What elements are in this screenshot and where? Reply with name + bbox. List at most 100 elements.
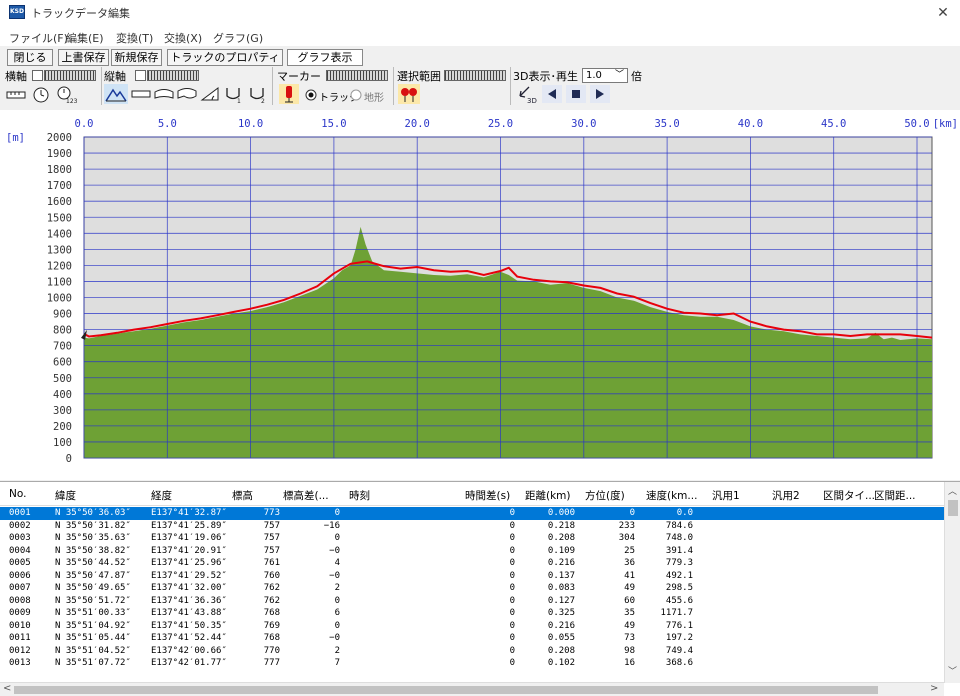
col-elevation-header[interactable]: 標高 — [232, 488, 253, 503]
menu-convert[interactable]: 変換(T) — [116, 30, 153, 46]
col-elevation-cell: 768 — [263, 633, 280, 643]
col-distance-cell: 0.102 — [547, 658, 575, 668]
table-row[interactable]: 0002 N 35°50′31.82″ E137°41′25.89″ 757 −16 0 0… — [0, 520, 944, 533]
table-row[interactable]: 0006 N 35°50′47.87″ E137°41′29.52″ 760 −0 0 0.… — [0, 570, 944, 583]
y-tick-label: 1700 — [47, 180, 72, 192]
marker-pin-icon[interactable] — [279, 84, 299, 104]
close-button[interactable]: 閉じる — [7, 49, 53, 66]
col-distance-cell: 0.127 — [547, 595, 575, 606]
col-time-header[interactable]: 時刻 — [349, 488, 370, 503]
col-elevation-cell: 760 — [263, 570, 280, 581]
sequence-clock-icon[interactable]: 123 — [55, 84, 77, 104]
cup-icon-2[interactable]: 2 — [246, 84, 268, 104]
col-bearing-cell: 49 — [624, 620, 635, 631]
col-elev-diff-cell: 4 — [334, 558, 340, 568]
table-row[interactable]: 0013 N 35°51′07.72″ E137°42′01.77″ 777 7 0 0.1… — [0, 657, 944, 670]
x-tick-label: 45.0 — [821, 118, 846, 130]
col-time-diff-header[interactable]: 時間差(s) — [465, 488, 510, 503]
col-longitude-cell: E137°41′32.00″ — [151, 583, 227, 593]
col-elevation-cell: 762 — [263, 583, 280, 593]
zoom-select[interactable]: 1.0 ﹀ — [582, 68, 628, 83]
col-section-time-header[interactable]: 区間タイ... — [823, 488, 875, 503]
col-time-diff-cell: 0 — [509, 620, 515, 631]
slope-icon[interactable] — [199, 84, 221, 104]
play-forward-icon[interactable] — [590, 85, 610, 103]
radio-track[interactable] — [304, 88, 318, 102]
col-latitude-cell: N 35°50′36.03″ — [55, 508, 131, 518]
col-elevation-cell: 769 — [263, 620, 280, 631]
h-axis-scale-slider[interactable] — [44, 70, 96, 81]
vertical-scrollbar[interactable]: ︿ ﹀ — [944, 482, 960, 683]
elevation-chart[interactable]: 2000190018001700160015001400130012001100… — [0, 110, 960, 480]
col-speed-cell: 368.6 — [665, 658, 693, 668]
table-row[interactable]: 0008 N 35°50′51.72″ E137°41′36.36″ 762 0 0 0.1… — [0, 595, 944, 608]
horizontal-scrollbar[interactable]: < > — [0, 682, 944, 696]
table-row[interactable]: 0005 N 35°50′44.52″ E137°41′25.96″ 761 4 0 0.2… — [0, 557, 944, 570]
col-elev-diff-header[interactable]: 標高差(... — [283, 488, 329, 503]
graph-display-button[interactable]: グラフ表示 — [287, 49, 363, 66]
col-bearing-header[interactable]: 方位(度) — [585, 488, 625, 503]
col-longitude-header[interactable]: 経度 — [151, 488, 172, 503]
3d-view-icon[interactable]: 3D — [517, 84, 539, 104]
cross-section-icon[interactable] — [153, 84, 175, 104]
col-section-dist-header[interactable]: 区間距... — [874, 488, 916, 503]
col-speed-cell: 776.1 — [665, 620, 693, 631]
close-window-button[interactable]: ✕ — [926, 0, 960, 26]
h-axis-checkbox[interactable] — [32, 70, 43, 81]
radio-terrain[interactable] — [349, 88, 363, 102]
stop-icon[interactable] — [566, 85, 586, 103]
scroll-right-icon[interactable]: > — [930, 683, 938, 694]
col-latitude-cell: N 35°50′49.65″ — [55, 583, 131, 593]
ruler-icon[interactable] — [5, 85, 27, 105]
col-distance-header[interactable]: 距離(km) — [525, 488, 571, 503]
menu-exchange[interactable]: 交換(X) — [164, 30, 202, 46]
col-general1-header[interactable]: 汎用1 — [712, 488, 740, 503]
mountain-profile-icon[interactable] — [104, 84, 128, 104]
scroll-down-icon[interactable]: ﹀ — [948, 664, 957, 677]
scroll-up-icon[interactable]: ︿ — [948, 484, 957, 497]
y-tick-label: 1800 — [47, 164, 72, 176]
table-row[interactable]: 0009 N 35°51′00.33″ E137°41′43.88″ 768 6 0 0.3… — [0, 607, 944, 620]
col-bearing-cell: 60 — [624, 595, 635, 606]
table-row[interactable]: 0003 N 35°50′35.63″ E137°41′19.06″ 757 0 0 0.2… — [0, 532, 944, 545]
table-row[interactable]: 0012 N 35°51′04.52″ E137°42′00.66″ 770 2 0 0.2… — [0, 645, 944, 658]
v-axis-scale-slider[interactable] — [147, 70, 199, 81]
flat-ruler-icon[interactable] — [130, 84, 152, 104]
scroll-left-icon[interactable]: < — [3, 683, 11, 694]
selection-range-slider[interactable] — [444, 70, 506, 81]
col-general2-header[interactable]: 汎用2 — [772, 488, 800, 503]
col-elev-diff-cell: 7 — [334, 658, 340, 668]
col-speed-cell: 779.3 — [665, 558, 693, 568]
selection-markers-icon[interactable] — [398, 84, 420, 104]
track-properties-button[interactable]: トラックのプロパティ — [167, 49, 283, 66]
overwrite-save-button[interactable]: 上書保存 — [58, 49, 109, 66]
x-tick-label: 30.0 — [571, 118, 596, 130]
col-elev-diff-cell: 2 — [334, 583, 340, 593]
play-backward-icon[interactable] — [542, 85, 562, 103]
menu-graph[interactable]: グラフ(G) — [213, 30, 263, 46]
marker-slider[interactable] — [326, 70, 388, 81]
clock-icon[interactable] — [30, 84, 52, 104]
table-row[interactable]: 0011 N 35°51′05.44″ E137°41′52.44″ 768 −0 0 0.… — [0, 632, 944, 645]
table-row[interactable]: 0010 N 35°51′04.92″ E137°41′50.35″ 769 0 0 0.2… — [0, 620, 944, 633]
col-latitude-header[interactable]: 緯度 — [55, 488, 76, 503]
horizontal-scroll-thumb[interactable] — [14, 686, 878, 694]
v-axis-checkbox[interactable] — [135, 70, 146, 81]
table-row[interactable]: 0007 N 35°50′49.65″ E137°41′32.00″ 762 2 0 0.0… — [0, 582, 944, 595]
new-save-button[interactable]: 新規保存 — [111, 49, 162, 66]
cup-icon-1[interactable]: 1 — [222, 84, 244, 104]
col-distance-cell: 0.208 — [547, 533, 575, 543]
col-no-header[interactable]: No. — [9, 488, 26, 500]
marker-label: マーカー — [277, 70, 321, 83]
vertical-scroll-thumb[interactable] — [948, 500, 958, 516]
menu-edit[interactable]: 編集(E) — [66, 30, 104, 46]
radio-terrain-label: 地形 — [364, 93, 384, 104]
table-row[interactable]: 0004 N 35°50′38.82″ E137°41′20.91″ 757 −0 0 0.… — [0, 545, 944, 558]
menu-file[interactable]: ファイル(F) — [9, 30, 68, 46]
x-tick-label: 40.0 — [738, 118, 763, 130]
table-row[interactable]: 0001 N 35°50′36.03″ E137°41′32.87″ 773 0 0 0.0… — [0, 507, 944, 520]
col-longitude-cell: E137°41′50.35″ — [151, 620, 227, 631]
elevation-graph-panel[interactable]: 2000 1900 1800 1700 1600 1500 1400 1300 1200 1100… — [0, 110, 960, 480]
col-speed-header[interactable]: 速度(km... — [646, 488, 697, 503]
curve-icon[interactable] — [176, 84, 198, 104]
